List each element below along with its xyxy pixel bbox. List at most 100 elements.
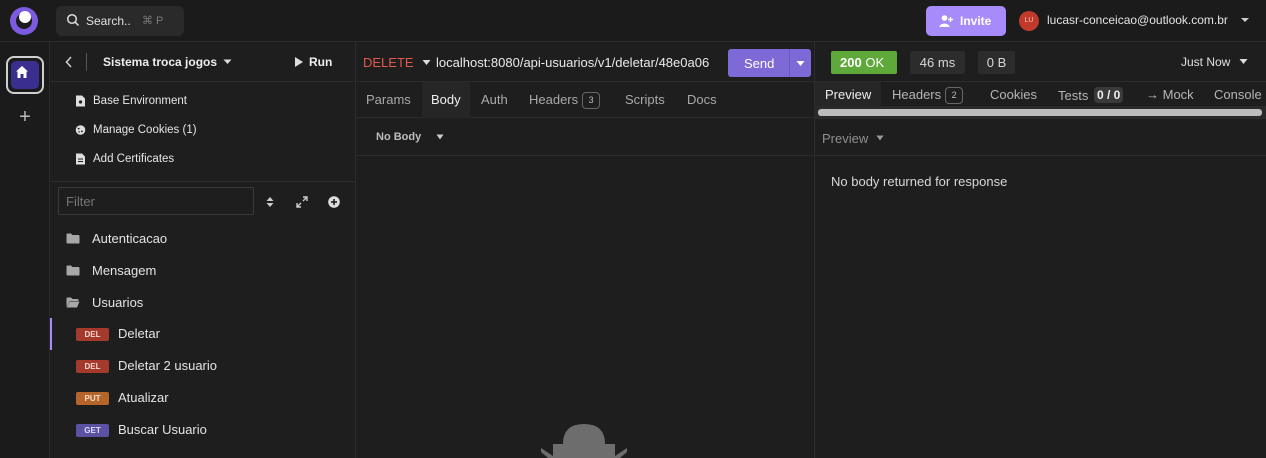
tab-headers-label: Headers — [892, 87, 942, 102]
search-icon — [66, 13, 80, 27]
body-type-bar: No Body — [356, 118, 815, 156]
add-project-icon[interactable]: + — [16, 107, 34, 127]
play-icon — [295, 57, 303, 67]
http-method-select[interactable]: DELETE — [363, 55, 414, 70]
run-label: Run — [309, 55, 333, 69]
collection-sidebar: Sistema troca jogos Run Base Environment… — [50, 42, 356, 458]
icon-rail: + — [0, 42, 50, 458]
tab-scripts[interactable]: Scripts — [625, 92, 665, 107]
chevron-down-icon[interactable] — [436, 134, 444, 140]
request-label: Deletar 2 usuario — [118, 358, 217, 373]
status-code: 200 — [840, 55, 862, 70]
home-icon — [16, 66, 28, 78]
folder-mensagem[interactable]: Mensagem — [50, 262, 356, 282]
response-time: 46 ms — [910, 51, 965, 74]
response-tabs: Preview Headers 2 Cookies Tests 0 / 0 → M… — [815, 82, 1266, 106]
search-button[interactable]: Search.. ⌘ P — [56, 6, 184, 36]
document-icon — [76, 95, 85, 107]
sort-icon[interactable] — [263, 195, 277, 209]
request-label: Buscar Usuario — [118, 422, 207, 437]
method-badge: PUT — [76, 392, 109, 405]
tab-auth[interactable]: Auth — [481, 92, 508, 107]
preview-mode-select[interactable]: Preview — [822, 131, 868, 146]
add-circle-icon[interactable] — [327, 195, 341, 209]
tab-tests-label: Tests — [1058, 88, 1089, 103]
request-label: Deletar — [118, 326, 160, 341]
avatar[interactable]: LU — [1019, 11, 1039, 31]
url-bar: DELETE localhost:8080/api-usuarios/v1/de… — [356, 42, 815, 82]
back-arrow-icon[interactable] — [64, 55, 74, 69]
chevron-down-icon[interactable] — [796, 60, 805, 67]
tab-tests[interactable]: Tests 0 / 0 — [1058, 87, 1124, 103]
request-deletar[interactable]: DEL Deletar — [50, 324, 356, 344]
add-user-icon — [939, 15, 953, 27]
method-badge: DEL — [76, 360, 109, 373]
request-buscar-usuario[interactable]: GET Buscar Usuario — [50, 420, 356, 440]
status-badge: 200 OK — [831, 51, 897, 74]
app-logo[interactable] — [10, 7, 38, 35]
folder-label: Mensagem — [92, 263, 157, 278]
method-badge: GET — [76, 424, 109, 437]
top-bar: Search.. ⌘ P Invite LU lucasr-conceicao@… — [0, 0, 1266, 42]
send-label: Send — [744, 56, 775, 71]
folder-label: Usuarios — [92, 295, 144, 310]
empty-state-illustration-icon — [541, 424, 627, 458]
folder-usuarios[interactable]: Usuarios — [50, 294, 356, 314]
folder-icon — [66, 265, 80, 276]
run-button[interactable]: Run — [295, 55, 332, 69]
chevron-down-icon[interactable] — [223, 58, 232, 66]
tab-console[interactable]: Console — [1214, 87, 1262, 102]
send-divider — [789, 49, 790, 77]
folder-icon — [66, 233, 80, 244]
sidebar-divider — [50, 181, 356, 182]
url-input[interactable]: localhost:8080/api-usuarios/v1/deletar/4… — [436, 55, 728, 70]
cookie-icon — [75, 125, 86, 135]
expand-icon[interactable] — [295, 195, 309, 209]
status-text: OK — [865, 55, 885, 70]
body-type-select[interactable]: No Body — [376, 131, 421, 143]
tab-body[interactable]: Body — [431, 92, 461, 107]
folder-autenticacao[interactable]: Autenticacao — [50, 230, 356, 250]
method-badge: DEL — [76, 328, 109, 341]
account-email[interactable]: lucasr-conceicao@outlook.com.br — [1047, 13, 1228, 27]
sidebar-header: Sistema troca jogos Run — [50, 42, 356, 82]
headers-count-badge: 3 — [582, 92, 601, 109]
chevron-down-icon[interactable] — [1240, 15, 1250, 25]
request-deletar-2-usuario[interactable]: DEL Deletar 2 usuario — [50, 356, 356, 376]
tab-docs[interactable]: Docs — [687, 92, 717, 107]
response-size: 0 B — [978, 51, 1015, 74]
manage-cookies-label: Manage Cookies (1) — [93, 124, 197, 136]
invite-button[interactable]: Invite — [926, 6, 1006, 36]
request-pane: DELETE localhost:8080/api-usuarios/v1/de… — [356, 42, 815, 458]
headers-count-badge: 2 — [945, 87, 964, 104]
request-atualizar[interactable]: PUT Atualizar — [50, 388, 356, 408]
response-pane: 200 OK 46 ms 0 B Just Now Preview Header… — [815, 42, 1266, 458]
home-button[interactable] — [6, 56, 44, 94]
search-shortcut: ⌘ P — [142, 15, 164, 27]
project-title[interactable]: Sistema troca jogos — [103, 55, 217, 69]
response-timestamp[interactable]: Just Now — [1181, 55, 1230, 69]
base-environment-label: Base Environment — [93, 95, 187, 107]
chevron-down-icon[interactable] — [1239, 58, 1248, 65]
invite-label: Invite — [960, 14, 992, 28]
request-tabs: Params Body Auth Headers 3 Scripts Docs — [356, 82, 815, 118]
request-label: Atualizar — [118, 390, 169, 405]
tab-headers[interactable]: Headers 3 — [529, 92, 601, 109]
tab-mock[interactable]: → Mock — [1146, 87, 1194, 102]
send-button[interactable]: Send — [728, 49, 811, 77]
tab-headers-label: Headers — [529, 92, 579, 107]
filter-input[interactable] — [58, 187, 254, 215]
tests-count-badge: 0 / 0 — [1093, 87, 1124, 103]
response-status-bar: 200 OK 46 ms 0 B Just Now — [815, 42, 1266, 82]
folder-open-icon — [66, 297, 80, 308]
tab-response-headers[interactable]: Headers 2 — [892, 87, 964, 104]
search-label: Search.. — [86, 14, 131, 28]
tab-preview[interactable]: Preview — [825, 87, 871, 102]
tab-cookies[interactable]: Cookies — [990, 87, 1037, 102]
tab-params[interactable]: Params — [366, 92, 411, 107]
chevron-down-icon[interactable] — [876, 135, 884, 141]
tabs-scrollbar[interactable] — [818, 109, 1262, 116]
folder-label: Autenticacao — [92, 231, 168, 246]
chevron-down-icon[interactable] — [422, 59, 431, 66]
preview-mode-bar: Preview — [815, 118, 1266, 156]
